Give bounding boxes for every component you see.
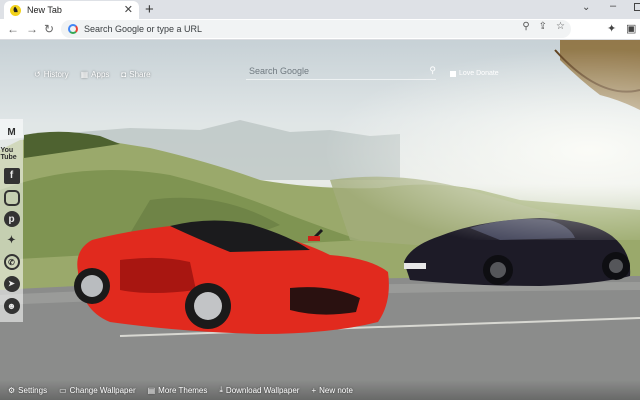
apps-link[interactable]: ▦ Apps [81, 70, 110, 79]
settings-button[interactable]: ⚙ Settings [8, 386, 47, 395]
top-links: ↺ History ▦ Apps ◘ Share [34, 70, 151, 79]
history-link[interactable]: ↺ History [34, 70, 69, 79]
tab-strip: ♞ New Tab ✕ + ⌄ – [0, 0, 640, 19]
social-sidebar: M You Tube f p ✦ ✆ ➤ ☻ [0, 119, 23, 322]
forward-arrow-icon[interactable]: → [26, 21, 38, 37]
whatsapp-icon[interactable]: ✆ [3, 254, 20, 271]
themes-icon: ▤ [147, 385, 156, 395]
settings-label: Settings [18, 385, 48, 395]
google-g-icon [68, 24, 78, 34]
maximize-icon[interactable] [634, 3, 640, 11]
more-themes-button[interactable]: ▤ More Themes [148, 386, 208, 395]
history-icon: ↺ [34, 70, 41, 79]
more-themes-label: More Themes [158, 385, 208, 395]
change-wallpaper-button[interactable]: ▭ Change Wallpaper [59, 386, 136, 395]
share-page-icon[interactable]: ⇪ [539, 21, 547, 32]
instagram-icon[interactable] [3, 189, 20, 206]
side-panel-icon[interactable]: ▣ [626, 22, 636, 36]
download-icon: ⤓ [219, 385, 223, 394]
apps-grid-icon: ▦ [80, 70, 89, 79]
new-tab-button[interactable]: + [145, 2, 154, 17]
history-label: History [43, 70, 69, 79]
omnibox[interactable]: Search Google or type a URL ⚲ ⇪ ☆ [61, 20, 571, 38]
gmail-icon[interactable]: M [4, 125, 20, 141]
youtube-icon[interactable]: You Tube [1, 146, 23, 162]
facebook-icon[interactable]: f [3, 167, 20, 184]
plus-icon: + [311, 385, 317, 395]
new-note-button[interactable]: + New note [311, 386, 352, 395]
browser-toolbar: ← → ↻ Search Google or type a URL ⚲ ⇪ ☆ … [0, 19, 640, 40]
reload-icon[interactable]: ↻ [44, 21, 54, 37]
tab-search-chevron-icon[interactable]: ⌄ [582, 2, 590, 13]
twitter-icon[interactable]: ✦ [4, 233, 20, 249]
minimize-icon[interactable]: – [610, 0, 616, 12]
donate-icon [450, 70, 456, 77]
extensions-puzzle-icon[interactable]: ✦ [607, 22, 616, 36]
back-arrow-icon[interactable]: ← [7, 21, 19, 37]
pinterest-icon[interactable]: p [3, 211, 20, 228]
search-icon[interactable]: ⚲ [429, 65, 436, 76]
new-note-label: New note [319, 385, 353, 395]
image-icon: ▭ [59, 385, 67, 395]
reddit-icon[interactable]: ☻ [3, 297, 20, 314]
download-wallpaper-label: Download Wallpaper [225, 385, 300, 395]
change-wallpaper-label: Change Wallpaper [69, 385, 136, 395]
omnibox-placeholder: Search Google or type a URL [84, 24, 203, 34]
zoom-icon[interactable]: ⚲ [522, 21, 529, 32]
new-tab-page: ↺ History ▦ Apps ◘ Share Search Google ⚲… [0, 40, 640, 400]
donate-label: Love Donate [459, 70, 499, 77]
search-box[interactable]: Search Google ⚲ [246, 62, 436, 80]
prancing-horse-favicon-icon: ♞ [10, 4, 21, 16]
bookmark-star-icon[interactable]: ☆ [556, 21, 565, 32]
download-wallpaper-button[interactable]: ⤓ Download Wallpaper [219, 385, 299, 395]
share-link[interactable]: ◘ Share [121, 70, 150, 79]
apps-label: Apps [91, 70, 110, 79]
tab-title: New Tab [27, 5, 62, 15]
donate-link[interactable]: Love Donate [450, 70, 499, 77]
search-input[interactable]: Search Google [246, 66, 429, 76]
close-tab-icon[interactable]: ✕ [124, 4, 133, 16]
gear-icon: ⚙ [8, 385, 16, 395]
tab-new-tab[interactable]: ♞ New Tab ✕ [4, 1, 139, 19]
bottom-bar: ⚙ Settings ▭ Change Wallpaper ▤ More The… [0, 380, 640, 400]
share-icon: ◘ [121, 70, 127, 79]
share-label: Share [129, 70, 151, 79]
telegram-icon[interactable]: ➤ [3, 275, 20, 292]
